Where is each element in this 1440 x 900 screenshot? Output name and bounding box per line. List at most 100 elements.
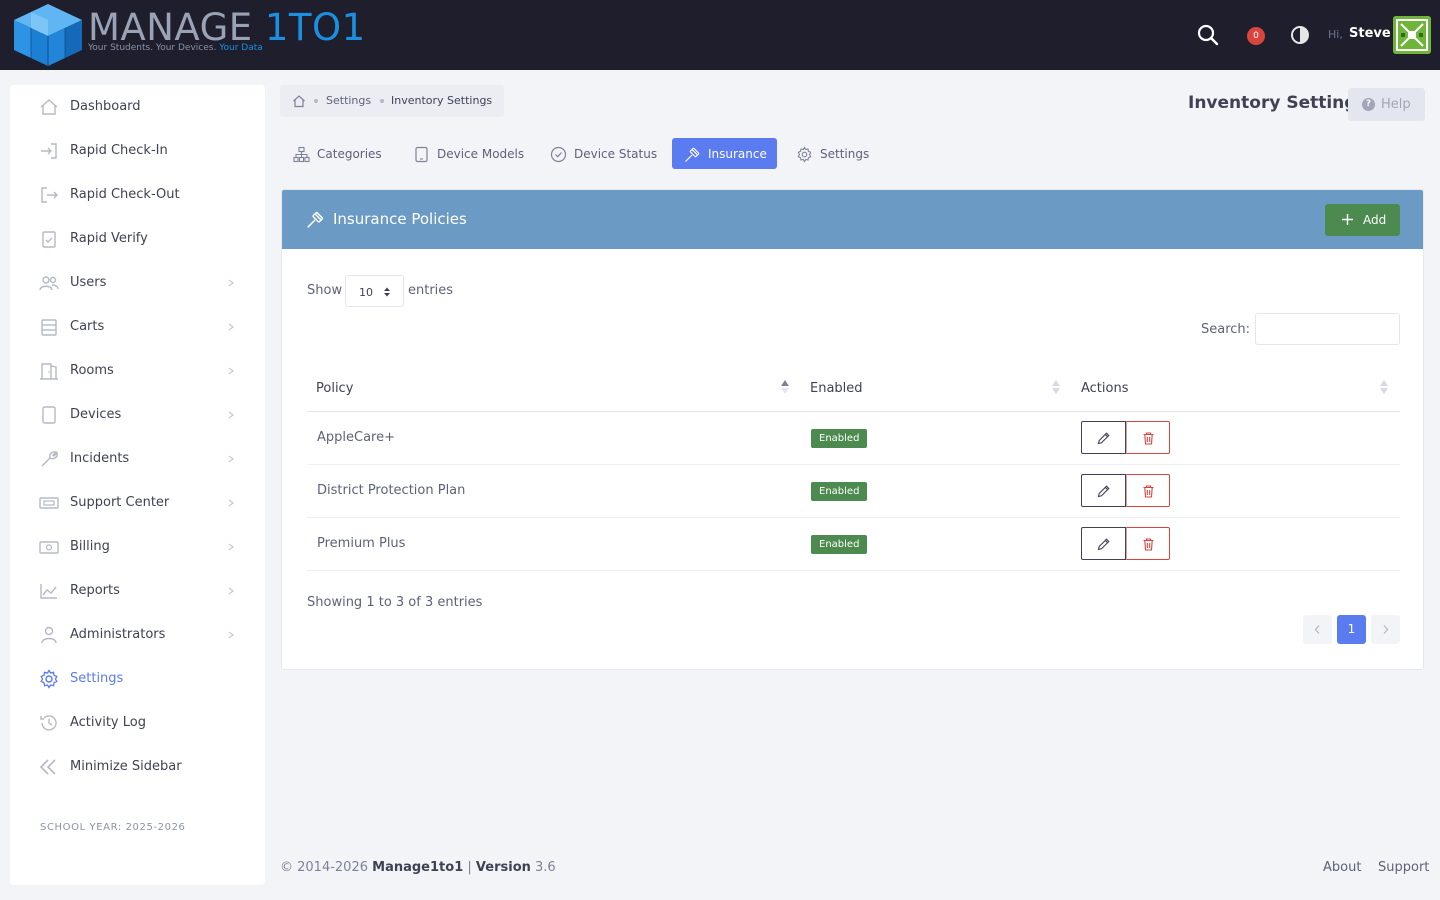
pencil-icon bbox=[1097, 485, 1110, 498]
tab-settings[interactable]: Settings bbox=[784, 138, 879, 169]
previous-page-button[interactable] bbox=[1303, 615, 1332, 644]
sidebar-item-reports[interactable]: Reports bbox=[10, 569, 265, 613]
page-number: 1 bbox=[1347, 622, 1356, 636]
card-header: Insurance Policies Add bbox=[282, 190, 1423, 249]
edit-button[interactable] bbox=[1081, 421, 1126, 454]
support-link[interactable]: Support bbox=[1378, 860, 1429, 875]
tab-device-status[interactable]: Device Status bbox=[538, 138, 664, 169]
sidebar-item-label: Rooms bbox=[70, 363, 114, 378]
sidebar-item-rapid-verify[interactable]: Rapid Verify bbox=[10, 217, 265, 261]
select-arrows-icon bbox=[384, 287, 390, 297]
table-row: Premium Plus Enabled bbox=[307, 518, 1400, 571]
clipboard-check-icon bbox=[42, 231, 56, 248]
entries-per-page-select[interactable]: 10 bbox=[345, 275, 404, 307]
trash-icon bbox=[1143, 432, 1154, 445]
sidebar-item-label: Rapid Check-Out bbox=[70, 187, 180, 202]
sidebar-item-devices[interactable]: Devices bbox=[10, 393, 265, 437]
sidebar-item-incidents[interactable]: Incidents bbox=[10, 437, 265, 481]
sidebar-item-rapid-check-out[interactable]: Rapid Check-Out bbox=[10, 173, 265, 217]
chevron-right-icon bbox=[228, 367, 234, 375]
sidebar-item-rapid-check-in[interactable]: Rapid Check-In bbox=[10, 129, 265, 173]
footer-brand[interactable]: Manage1to1 bbox=[372, 860, 463, 875]
avatar[interactable] bbox=[1393, 16, 1431, 54]
delete-button[interactable] bbox=[1126, 421, 1170, 454]
users-icon bbox=[39, 276, 59, 291]
admin-icon bbox=[41, 626, 57, 644]
sitemap-icon bbox=[293, 146, 310, 163]
sidebar-item-minimize-sidebar[interactable]: Minimize Sidebar bbox=[10, 745, 265, 789]
table-search-input[interactable] bbox=[1255, 313, 1400, 345]
home-icon bbox=[40, 99, 58, 115]
gear-icon bbox=[40, 669, 58, 689]
trash-icon bbox=[1143, 538, 1154, 551]
sign-out-icon bbox=[41, 187, 58, 203]
tablet-icon bbox=[415, 146, 428, 163]
sidebar-item-label: Billing bbox=[70, 539, 110, 554]
sidebar-item-administrators[interactable]: Administrators bbox=[10, 613, 265, 657]
notification-badge[interactable]: 0 bbox=[1247, 27, 1265, 45]
column-header-actions[interactable]: Actions bbox=[1081, 381, 1129, 396]
cart-icon bbox=[41, 319, 57, 336]
table-row: District Protection Plan Enabled bbox=[307, 465, 1400, 518]
about-link[interactable]: About bbox=[1323, 860, 1361, 875]
sidebar-item-activity-log[interactable]: Activity Log bbox=[10, 701, 265, 745]
column-header-enabled[interactable]: Enabled bbox=[810, 381, 863, 396]
avatar-pattern-icon bbox=[1393, 16, 1431, 54]
sidebar-item-rooms[interactable]: Rooms bbox=[10, 349, 265, 393]
sidebar-item-users[interactable]: Users bbox=[10, 261, 265, 305]
sidebar-item-label: Rapid Verify bbox=[70, 231, 148, 246]
delete-button[interactable] bbox=[1126, 527, 1170, 560]
show-label: Show bbox=[307, 283, 343, 298]
chevron-right-icon bbox=[228, 631, 234, 639]
theme-toggle-icon[interactable] bbox=[1290, 25, 1310, 45]
tab-label: Insurance bbox=[708, 147, 767, 161]
app-logo[interactable]: MANAGE 1TO1 Your Students. Your Devices.… bbox=[10, 2, 365, 68]
add-policy-button[interactable]: Add bbox=[1325, 204, 1400, 236]
sort-icon[interactable] bbox=[1051, 378, 1061, 396]
sort-asc-icon[interactable] bbox=[780, 378, 790, 396]
school-year-label: SCHOOL YEAR: 2025-2026 bbox=[40, 822, 186, 833]
breadcrumb-item-settings[interactable]: Settings bbox=[326, 94, 371, 107]
sidebar-item-carts[interactable]: Carts bbox=[10, 305, 265, 349]
sidebar-item-dashboard[interactable]: Dashboard bbox=[10, 85, 265, 129]
policy-name: AppleCare+ bbox=[317, 430, 395, 445]
tab-device-models[interactable]: Device Models bbox=[401, 138, 531, 169]
next-page-button[interactable] bbox=[1371, 615, 1400, 644]
sidebar: Dashboard Rapid Check-In Rapid Check-Out… bbox=[10, 85, 265, 885]
sidebar-item-settings[interactable]: Settings bbox=[10, 657, 265, 701]
footer-copyright: © 2014-2026 Manage1to1 | Version 3.6 bbox=[280, 860, 556, 875]
trash-icon bbox=[1143, 485, 1154, 498]
chevron-right-icon bbox=[228, 279, 234, 287]
tab-label: Settings bbox=[820, 147, 870, 161]
sidebar-item-billing[interactable]: Billing bbox=[10, 525, 265, 569]
page-button-1[interactable]: 1 bbox=[1337, 615, 1366, 644]
edit-button[interactable] bbox=[1081, 527, 1126, 560]
home-icon[interactable] bbox=[292, 94, 306, 108]
delete-button[interactable] bbox=[1126, 474, 1170, 507]
tab-categories[interactable]: Categories bbox=[281, 138, 393, 169]
tab-insurance[interactable]: Insurance bbox=[672, 138, 777, 169]
breadcrumb-current: Inventory Settings bbox=[391, 94, 493, 107]
policy-name: District Protection Plan bbox=[317, 483, 466, 498]
version-label: Version bbox=[475, 860, 531, 875]
column-header-policy[interactable]: Policy bbox=[316, 381, 353, 396]
user-name[interactable]: Steve bbox=[1349, 26, 1391, 41]
cube-logo-icon bbox=[14, 4, 82, 66]
gavel-icon bbox=[685, 147, 700, 162]
history-icon bbox=[40, 715, 57, 731]
sort-icon[interactable] bbox=[1379, 378, 1389, 396]
chevron-right-icon bbox=[228, 323, 234, 331]
sidebar-item-label: Administrators bbox=[70, 627, 166, 642]
sidebar-item-label: Users bbox=[70, 275, 107, 290]
breadcrumb-separator bbox=[380, 99, 384, 103]
money-icon bbox=[39, 541, 59, 554]
sidebar-item-label: Carts bbox=[70, 319, 105, 334]
tab-label: Device Status bbox=[574, 147, 658, 161]
sidebar-item-label: Minimize Sidebar bbox=[70, 759, 182, 774]
help-button[interactable]: ? Help bbox=[1348, 88, 1425, 121]
table-row: AppleCare+ Enabled bbox=[307, 412, 1400, 465]
edit-button[interactable] bbox=[1081, 474, 1126, 507]
logo-tagline: Your Students. Your Devices. Your Data bbox=[88, 43, 263, 53]
search-icon[interactable] bbox=[1197, 24, 1219, 46]
sidebar-item-support-center[interactable]: Support Center bbox=[10, 481, 265, 525]
